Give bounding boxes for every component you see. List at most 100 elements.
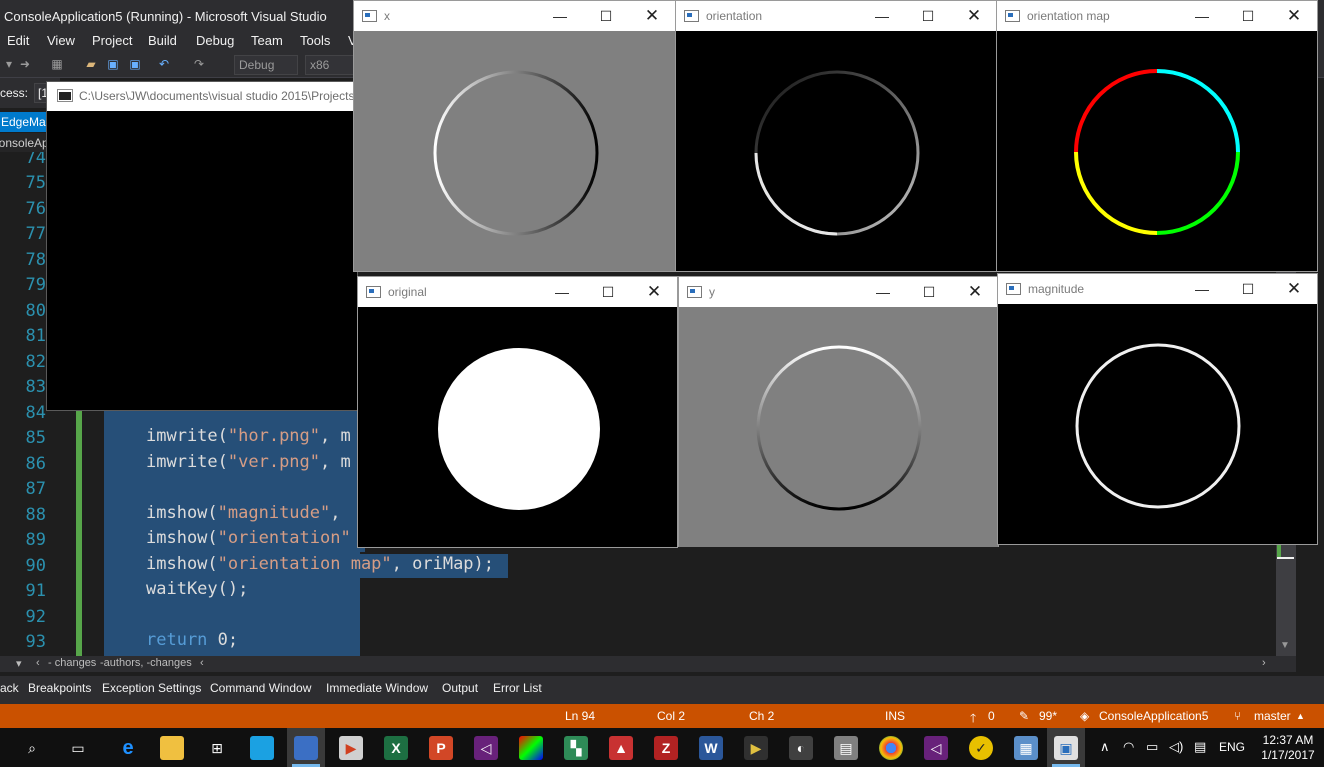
media-player-icon[interactable]: ▶ bbox=[339, 736, 363, 760]
arrow-up-icon[interactable]: 🡑 bbox=[970, 709, 976, 730]
app-icon[interactable] bbox=[250, 736, 274, 760]
save-disk-icon[interactable] bbox=[294, 736, 318, 760]
wifi-icon[interactable]: ◠ bbox=[1123, 739, 1134, 755]
visual-studio-icon-2[interactable]: ◁ bbox=[924, 736, 948, 760]
photos-icon[interactable]: ▦ bbox=[1014, 736, 1038, 760]
code-line-89[interactable]: imshow("orientation" bbox=[104, 528, 365, 552]
video-editor-icon[interactable]: ▶ bbox=[744, 736, 768, 760]
git-changes-label[interactable]: - changes bbox=[48, 657, 96, 669]
close-icon[interactable]: ✕ bbox=[959, 5, 989, 27]
chrome-icon[interactable] bbox=[879, 736, 903, 760]
cv-window-x[interactable]: x — ☐ ✕ bbox=[353, 0, 676, 272]
store-icon[interactable]: ⊞ bbox=[205, 736, 229, 760]
cv-window-y[interactable]: y — ☐ ✕ bbox=[678, 276, 999, 547]
tab-exception-settings[interactable]: Exception Settings bbox=[102, 681, 201, 695]
maximize-icon[interactable]: ☐ bbox=[1233, 5, 1263, 27]
save-icon[interactable]: ▣ bbox=[106, 57, 120, 71]
minimize-icon[interactable]: — bbox=[867, 5, 897, 27]
powerpoint-icon[interactable]: P bbox=[429, 736, 453, 760]
close-icon[interactable]: ✕ bbox=[639, 281, 669, 303]
console-window[interactable]: C:\Users\JW\documents\visual studio 2015… bbox=[46, 81, 358, 411]
new-project-icon[interactable]: ▦ bbox=[50, 57, 64, 71]
cv-titlebar[interactable]: magnitude — ☐ ✕ bbox=[998, 274, 1317, 304]
file-explorer-icon[interactable] bbox=[160, 736, 184, 760]
edge-icon[interactable]: e bbox=[116, 736, 140, 760]
maximize-icon[interactable]: ☐ bbox=[593, 281, 623, 303]
solution-config-select[interactable]: Debug bbox=[234, 55, 298, 75]
menu-view[interactable]: View bbox=[47, 33, 75, 48]
close-icon[interactable]: ✕ bbox=[637, 5, 667, 27]
menu-project[interactable]: Project bbox=[92, 33, 132, 48]
tab-output[interactable]: Output bbox=[442, 681, 478, 695]
console-titlebar[interactable]: C:\Users\JW\documents\visual studio 2015… bbox=[47, 82, 357, 111]
minimize-icon[interactable]: — bbox=[545, 5, 575, 27]
language-indicator[interactable]: ENG bbox=[1219, 740, 1245, 754]
clock-time[interactable]: 12:37 AM bbox=[1258, 733, 1318, 747]
menu-tools[interactable]: Tools bbox=[300, 33, 330, 48]
code-line-91[interactable]: waitKey(); bbox=[104, 579, 263, 603]
status-branch[interactable]: master bbox=[1254, 709, 1291, 723]
close-icon[interactable]: ✕ bbox=[960, 281, 990, 303]
task-view-icon[interactable]: ▭ bbox=[66, 736, 90, 760]
tab-command-window[interactable]: Command Window bbox=[210, 681, 311, 695]
status-unpushed-count[interactable]: 0 bbox=[988, 709, 995, 723]
pencil-icon[interactable]: ✎ bbox=[1019, 709, 1029, 723]
caret-up-icon[interactable]: ▲ bbox=[1296, 711, 1305, 721]
visual-studio-icon[interactable]: ◁ bbox=[474, 736, 498, 760]
browser-app-icon[interactable]: ◐ bbox=[789, 736, 813, 760]
volume-icon[interactable]: ◁) bbox=[1169, 739, 1183, 755]
color-app-icon[interactable] bbox=[519, 736, 543, 760]
open-folder-icon[interactable]: ▰ bbox=[84, 57, 98, 71]
cv-titlebar[interactable]: y — ☐ ✕ bbox=[679, 277, 998, 307]
menu-build[interactable]: Build bbox=[148, 33, 177, 48]
code-line-90[interactable]: imshow("orientation map", oriMap); bbox=[104, 554, 509, 578]
save-all-icon[interactable]: ▣ bbox=[128, 57, 142, 71]
cv-window-orientation[interactable]: orientation — ☐ ✕ bbox=[675, 0, 998, 272]
scroll-down-icon[interactable]: ▼ bbox=[1280, 640, 1290, 651]
clock-date[interactable]: 1/17/2017 bbox=[1258, 748, 1318, 762]
solution-platform-select[interactable]: x86 bbox=[305, 55, 355, 75]
tab-error-list[interactable]: Error List bbox=[493, 681, 542, 695]
minimize-icon[interactable]: — bbox=[868, 281, 898, 303]
menu-debug[interactable]: Debug bbox=[196, 33, 234, 48]
code-line-93[interactable]: return 0; bbox=[104, 630, 253, 654]
menu-team[interactable]: Team bbox=[251, 33, 283, 48]
undo-icon[interactable]: ↶ bbox=[157, 57, 171, 71]
opencv-window-icon[interactable]: ▣ bbox=[1054, 736, 1078, 760]
maximize-icon[interactable]: ☐ bbox=[913, 5, 943, 27]
cv-titlebar[interactable]: original — ☐ ✕ bbox=[358, 277, 677, 307]
maximize-icon[interactable]: ☐ bbox=[591, 5, 621, 27]
cv-titlebar[interactable]: orientation map — ☐ ✕ bbox=[997, 1, 1317, 31]
matlab-icon[interactable]: ▲ bbox=[609, 736, 633, 760]
close-icon[interactable]: ✕ bbox=[1279, 5, 1309, 27]
chevron-left-icon[interactable]: ‹ bbox=[200, 657, 204, 669]
cv-titlebar[interactable]: x — ☐ ✕ bbox=[354, 1, 675, 31]
chevron-right-icon[interactable]: › bbox=[1262, 657, 1266, 669]
cv-window-magnitude[interactable]: magnitude — ☐ ✕ bbox=[997, 273, 1318, 545]
chevron-up-icon[interactable]: ∧ bbox=[1100, 739, 1110, 755]
branch-icon[interactable]: ⑂ bbox=[1234, 709, 1241, 723]
menu-edit[interactable]: Edit bbox=[7, 33, 29, 48]
forward-icon[interactable]: ➜ bbox=[18, 57, 32, 71]
folder-app-icon[interactable]: ▤ bbox=[834, 736, 858, 760]
code-line-88[interactable]: imshow("magnitude", bbox=[104, 503, 355, 527]
minimize-icon[interactable]: — bbox=[1187, 278, 1217, 300]
norton-icon[interactable]: ✓ bbox=[969, 736, 993, 760]
filezilla-icon[interactable]: Z bbox=[654, 736, 678, 760]
minimize-icon[interactable]: — bbox=[1187, 5, 1217, 27]
tab-breakpoints[interactable]: Breakpoints bbox=[28, 681, 91, 695]
redo-icon[interactable]: ↷ bbox=[192, 57, 206, 71]
notification-icon[interactable]: ▤ bbox=[1194, 739, 1206, 755]
minimize-icon[interactable]: — bbox=[547, 281, 577, 303]
code-line-86[interactable]: imwrite("ver.png", m bbox=[104, 452, 365, 476]
excel-icon[interactable]: X bbox=[384, 736, 408, 760]
search-icon[interactable]: ⌕ bbox=[20, 736, 44, 760]
code-line-85[interactable]: imwrite("hor.png", m bbox=[104, 426, 365, 450]
close-icon[interactable]: ✕ bbox=[1279, 278, 1309, 300]
back-icon[interactable]: ▾ bbox=[2, 57, 16, 71]
battery-icon[interactable]: ▭ bbox=[1146, 739, 1158, 755]
status-repo[interactable]: ConsoleApplication5 bbox=[1099, 709, 1208, 723]
repo-icon[interactable]: ◈ bbox=[1080, 709, 1089, 723]
cv-window-orientation-map[interactable]: orientation map — ☐ ✕ bbox=[996, 0, 1318, 272]
maximize-icon[interactable]: ☐ bbox=[914, 281, 944, 303]
